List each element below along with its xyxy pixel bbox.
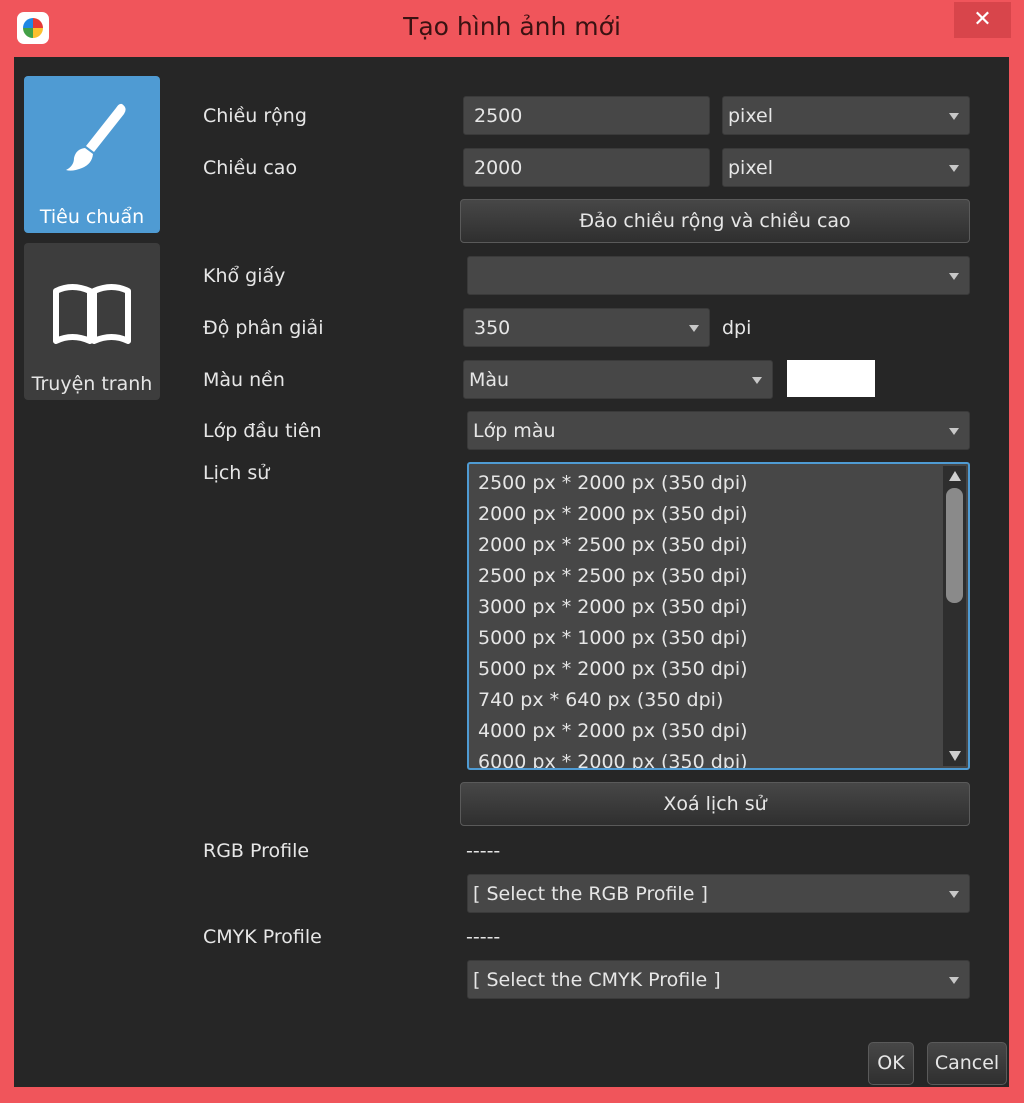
width-input[interactable] (463, 96, 710, 135)
chevron-down-icon (949, 273, 959, 280)
cancel-button[interactable]: Cancel (927, 1042, 1007, 1085)
paper-size-label: Khổ giấy (203, 265, 286, 287)
list-item[interactable]: 2500 px * 2500 px (350 dpi) (478, 561, 748, 592)
list-item[interactable]: 5000 px * 2000 px (350 dpi) (478, 654, 748, 685)
rgb-profile-select[interactable]: [ Select the RGB Profile ] (467, 874, 970, 913)
width-unit-select[interactable]: pixel (722, 96, 970, 135)
background-type-value: Màu (469, 369, 510, 391)
history-label: Lịch sử (203, 462, 270, 484)
list-item[interactable]: 5000 px * 1000 px (350 dpi) (478, 623, 748, 654)
scroll-down-arrow-icon[interactable] (949, 751, 961, 761)
list-item[interactable]: 4000 px * 2000 px (350 dpi) (478, 716, 748, 747)
chevron-down-icon (949, 977, 959, 984)
close-button[interactable]: ✕ (954, 2, 1011, 38)
tab-comic[interactable]: Truyện tranh (24, 243, 160, 400)
book-icon (53, 284, 131, 344)
width-label: Chiều rộng (203, 105, 307, 127)
chevron-down-icon (949, 165, 959, 172)
chevron-down-icon (949, 428, 959, 435)
resolution-unit: dpi (722, 317, 752, 339)
height-unit-value: pixel (728, 157, 773, 179)
list-item[interactable]: 6000 px * 2000 px (350 dpi) (478, 747, 748, 768)
ok-button[interactable]: OK (868, 1042, 914, 1085)
list-item[interactable]: 3000 px * 2000 px (350 dpi) (478, 592, 748, 623)
first-layer-label: Lớp đầu tiên (203, 420, 322, 442)
tab-standard-label: Tiêu chuẩn (39, 206, 145, 228)
dialog-content: Tiêu chuẩn Truyện tranh Chiều rộng pixel… (14, 57, 1009, 1087)
cmyk-profile-select[interactable]: [ Select the CMYK Profile ] (467, 960, 970, 999)
list-item[interactable]: 2500 px * 2000 px (350 dpi) (478, 468, 748, 499)
list-item[interactable]: 740 px * 640 px (350 dpi) (478, 685, 723, 716)
title-bar[interactable]: Tạo hình ảnh mới ✕ (0, 0, 1024, 57)
chevron-down-icon (752, 377, 762, 384)
rgb-profile-label: RGB Profile (203, 840, 310, 862)
width-input-text[interactable] (474, 105, 709, 127)
background-type-select[interactable]: Màu (463, 360, 773, 399)
new-image-dialog: Tạo hình ảnh mới ✕ Tiêu chuẩn Truyện tra… (0, 0, 1024, 1103)
tab-standard[interactable]: Tiêu chuẩn (24, 76, 160, 233)
width-unit-value: pixel (728, 105, 773, 127)
height-unit-select[interactable]: pixel (722, 148, 970, 187)
background-color-swatch[interactable] (787, 360, 875, 397)
history-scrollbar[interactable] (943, 466, 966, 766)
list-item[interactable]: 2000 px * 2500 px (350 dpi) (478, 530, 748, 561)
height-input[interactable] (463, 148, 710, 187)
clear-history-button[interactable]: Xoá lịch sử (460, 782, 970, 826)
brush-icon (66, 103, 126, 171)
background-label: Màu nền (203, 369, 285, 391)
cmyk-profile-select-value: [ Select the CMYK Profile ] (473, 969, 721, 991)
height-input-text[interactable] (474, 157, 709, 179)
cmyk-profile-current: ----- (466, 926, 501, 948)
chevron-down-icon (689, 325, 699, 332)
list-item[interactable]: 2000 px * 2000 px (350 dpi) (478, 499, 748, 530)
paper-size-select[interactable] (467, 256, 970, 295)
chevron-down-icon (949, 113, 959, 120)
first-layer-value: Lớp màu (473, 420, 556, 442)
resolution-value: 350 (474, 317, 511, 339)
rgb-profile-select-value: [ Select the RGB Profile ] (473, 883, 708, 905)
tab-comic-label: Truyện tranh (31, 373, 153, 395)
resolution-select[interactable]: 350 (463, 308, 710, 347)
first-layer-select[interactable]: Lớp màu (467, 411, 970, 450)
cmyk-profile-label: CMYK Profile (203, 926, 322, 948)
resolution-label: Độ phân giải (203, 317, 324, 339)
window-title: Tạo hình ảnh mới (403, 12, 621, 41)
scrollbar-thumb[interactable] (946, 488, 963, 603)
chevron-down-icon (949, 891, 959, 898)
scroll-up-arrow-icon[interactable] (949, 471, 961, 481)
history-list[interactable]: 2500 px * 2000 px (350 dpi) 2000 px * 20… (467, 462, 970, 770)
height-label: Chiều cao (203, 157, 298, 179)
rgb-profile-current: ----- (466, 840, 501, 862)
swap-dimensions-button[interactable]: Đảo chiều rộng và chiều cao (460, 199, 970, 243)
